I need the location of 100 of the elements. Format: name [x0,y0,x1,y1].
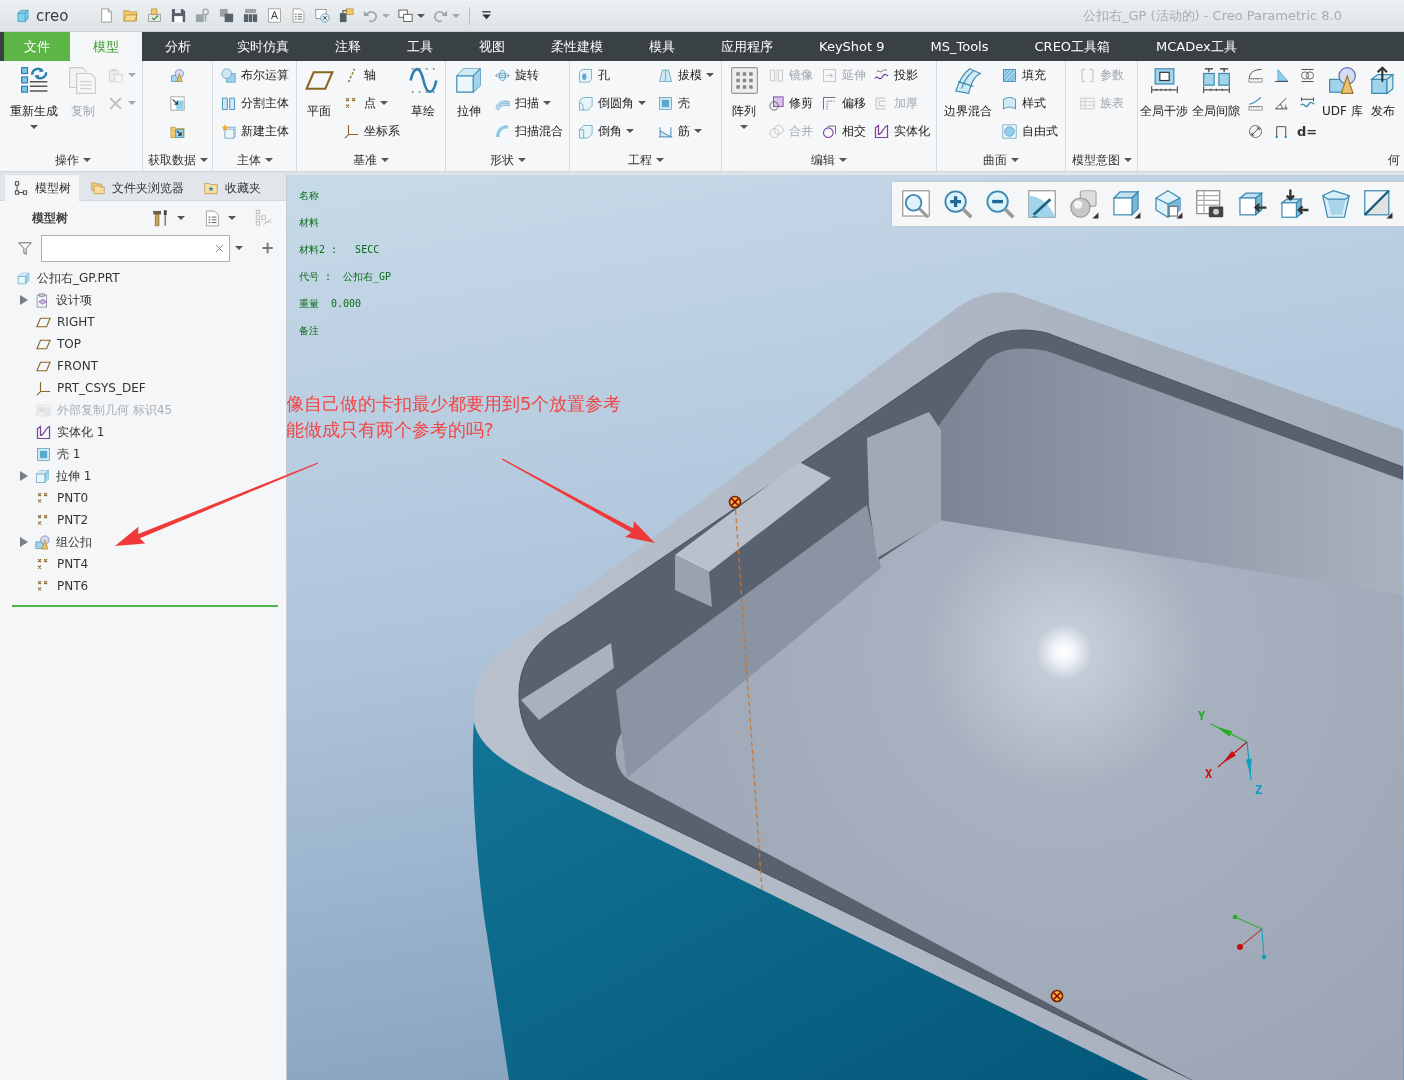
caret-icon[interactable] [228,216,236,220]
ribbon-tab[interactable]: 柔性建模 [528,32,626,61]
caret-icon[interactable] [235,246,244,250]
expand-arrow-icon[interactable] [20,295,28,305]
ribbon-button[interactable]: 投影 [871,61,933,89]
ribbon-button[interactable]: 重新生成 [8,61,60,145]
ribbon-button[interactable]: 坐标系 [340,117,402,145]
ribbon-button[interactable]: 全局干涉 [1139,61,1189,145]
section-plane-icon[interactable] [1361,187,1395,221]
list-page-icon[interactable] [203,208,222,228]
ribbon-button[interactable]: 孔 [575,61,649,89]
disk-key-icon[interactable] [194,7,211,24]
caret-icon[interactable] [177,216,185,220]
ribbon-tab[interactable]: CREO工具箱 [1011,32,1134,61]
zoom-fit-icon[interactable] [899,187,933,221]
tree-item[interactable]: 实体化 1 [0,421,286,443]
ribbon-tab[interactable]: MS_Tools [907,32,1012,61]
list-page-icon[interactable] [290,7,307,24]
zoom-out-icon[interactable] [983,187,1017,221]
ribbon-button[interactable]: 点 [340,89,402,117]
panel-tab[interactable]: 模型树 [5,175,79,201]
ribbon-button[interactable]: 分割主体 [218,89,291,117]
tree-item[interactable]: 设计项 [0,289,286,311]
clear-icon[interactable] [214,242,226,254]
ribbon-button[interactable]: 发布 [1365,61,1401,145]
tree-item[interactable]: 组公扣 [0,531,286,553]
ribbon-tab[interactable]: MCADex工具 [1133,32,1260,61]
save-icon[interactable] [170,7,187,24]
symbol-icon[interactable]: d= [1296,123,1318,139]
group-label-button[interactable]: 基准 [353,151,389,169]
ribbon-tab[interactable]: KeyShot 9 [796,32,908,61]
filter-icon[interactable] [17,239,34,257]
panel-tab[interactable]: 收藏夹 [195,175,269,201]
ribbon-button[interactable]: 新建主体 [218,117,291,145]
tree-item[interactable]: PNT6 [0,575,286,597]
group-label-button[interactable]: 工程 [627,151,664,169]
ribbon-tab[interactable]: 应用程序 [698,32,796,61]
ribbon-button[interactable]: 布尔运算 [218,61,291,89]
tree-item[interactable]: PNT4 [0,553,286,575]
group-label-button[interactable]: 获取数据 [147,151,208,169]
tree-item[interactable]: FRONT [0,355,286,377]
ribbon-button[interactable]: 扫描混合 [491,117,565,145]
ribbon-button[interactable]: 倒角 [575,117,649,145]
ribbon-button[interactable]: 自由式 [999,117,1061,145]
tree-item[interactable]: RIGHT [0,311,286,333]
open-folder-icon[interactable] [122,7,139,24]
curve-ruler-icon[interactable] [1246,94,1264,112]
page-cross-circle-icon[interactable] [314,7,331,24]
ribbon-tab[interactable]: 注释 [312,32,384,61]
ribbon-tab[interactable]: 工具 [384,32,456,61]
group-label-button[interactable]: 编辑 [811,151,847,169]
ribbon-button[interactable]: 偏移 [818,89,868,117]
text-page-icon[interactable] [266,7,283,24]
ribbon-button[interactable]: 全局间隙 [1191,61,1241,145]
expand-arrow-icon[interactable] [20,471,28,481]
ribbon-button[interactable]: 拔模 [654,61,716,89]
windows-icon[interactable] [397,7,414,24]
boxes-icon[interactable] [338,7,355,24]
triangle-area-icon[interactable] [1272,66,1290,84]
ribbon-button[interactable]: 样式 [999,89,1061,117]
double-ring-icon[interactable] [1298,66,1316,84]
disks-icon[interactable] [218,7,235,24]
ribbon-button[interactable]: 相交 [818,117,868,145]
group-label-button[interactable]: 曲面 [983,151,1019,169]
ribbon-button[interactable]: 拉伸 [450,61,488,145]
gauge-icon[interactable] [1025,187,1059,221]
tree-item[interactable]: PNT2 [0,509,286,531]
ruler-arc-icon[interactable] [1246,66,1264,84]
tree-item[interactable]: PNT0 [0,487,286,509]
zoom-in-icon[interactable] [941,187,975,221]
stacked-disks-icon[interactable] [242,7,259,24]
sphere-box-icon[interactable] [169,66,186,84]
ribbon-button[interactable]: 修剪 [766,89,816,117]
ribbon-button[interactable]: 壳 [654,89,716,117]
tree-item[interactable]: TOP [0,333,286,355]
ribbon-button[interactable]: 边界混合 [941,61,994,145]
group-label-button[interactable]: 主体 [236,151,273,169]
ribbon-button[interactable]: 阵列 [725,61,763,145]
tray-check-icon[interactable] [146,7,163,24]
ribbon-button[interactable]: 平面 [300,61,338,145]
glass-box-icon[interactable] [1319,187,1353,221]
group-label-button[interactable]: 形状 [489,151,526,169]
tree-item[interactable]: 壳 1 [0,443,286,465]
ribbon-button[interactable]: 填充 [999,61,1061,89]
ribbon-tab[interactable]: 模具 [626,32,698,61]
shaded-shapes-icon[interactable] [1067,187,1101,221]
ribbon-button[interactable]: 扫描 [491,89,565,117]
group-label-button[interactable]: 操作 [55,151,91,169]
tree-item[interactable]: 拉伸 1 [0,465,286,487]
ribbon-button[interactable]: 草绘 [404,61,442,145]
caret-icon[interactable] [417,13,425,18]
tree-item[interactable]: PRT_CSYS_DEF [0,377,286,399]
ribbon-tab[interactable]: 分析 [142,32,214,61]
plus-icon[interactable] [260,241,274,255]
ribbon-button[interactable]: 筋 [654,117,716,145]
new-file-icon[interactable] [98,7,115,24]
group-label-button[interactable]: 模型意图 [1071,151,1132,169]
ribbon-tab[interactable]: 实时仿真 [214,32,312,61]
ribbon-button[interactable]: 倒圆角 [575,89,649,117]
group-label-button[interactable]: 何 [1388,151,1400,169]
